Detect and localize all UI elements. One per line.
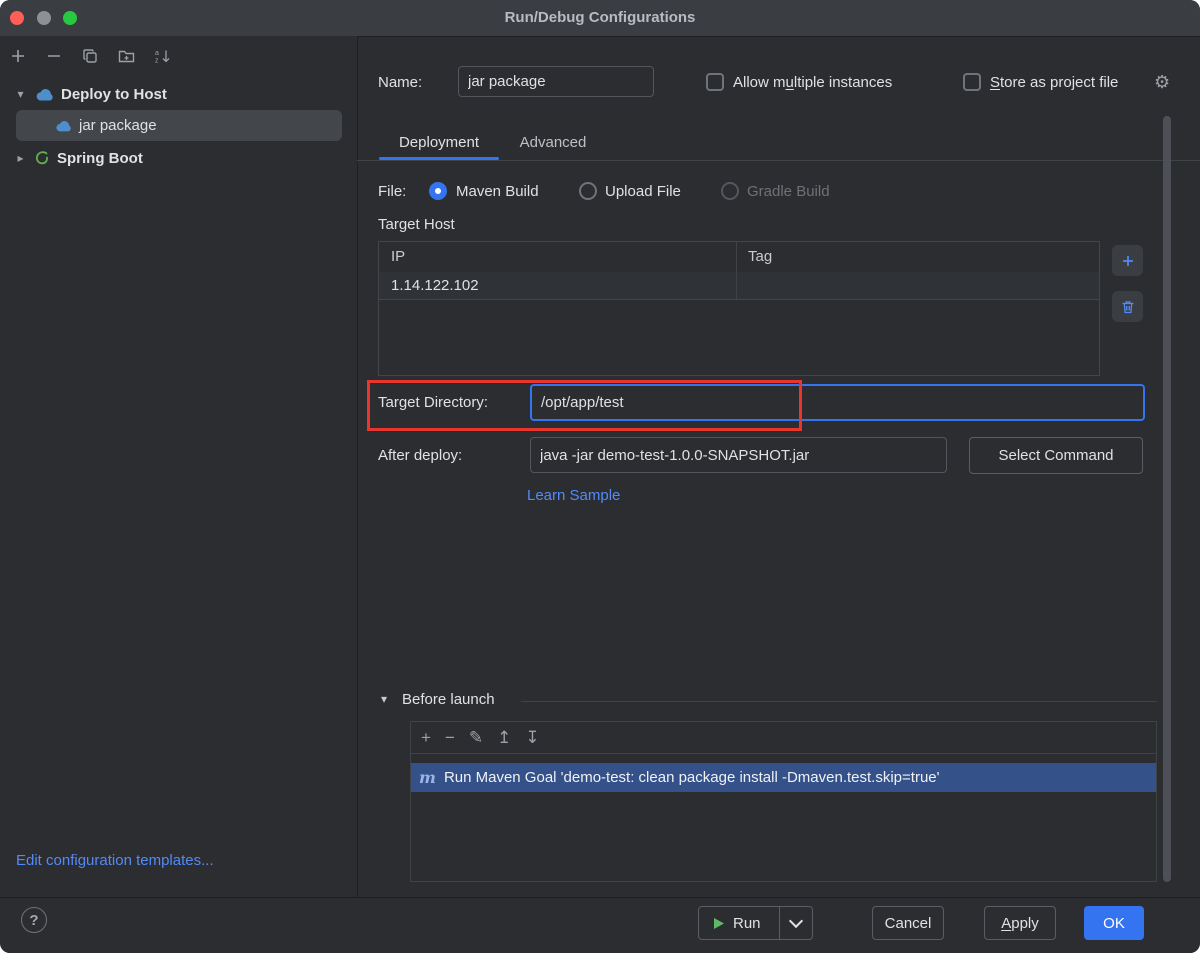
run-split-button: Run — [698, 906, 813, 940]
run-debug-configurations-dialog: Run/Debug Configurations az ▾ Deploy — [0, 0, 1200, 953]
before-launch-separator — [521, 701, 1157, 702]
spring-boot-icon — [34, 150, 50, 166]
table-row[interactable]: 1.14.122.102 — [379, 272, 1099, 300]
cloud-icon — [54, 119, 72, 132]
upload-file-radio[interactable] — [579, 182, 597, 200]
task-label: Run Maven Goal 'demo-test: clean package… — [444, 769, 940, 786]
tab-deployment[interactable]: Deployment — [379, 128, 499, 158]
target-directory-label: Target Directory: — [378, 394, 488, 411]
sidebar-toolbar: az — [6, 44, 174, 68]
footer: ? Run Cancel Apply OK — [0, 897, 1200, 953]
before-launch-title: Before launch — [402, 691, 495, 708]
gear-icon[interactable]: ⚙ — [1154, 73, 1170, 91]
learn-sample-link[interactable]: Learn Sample — [527, 487, 620, 504]
delete-host-button[interactable] — [1112, 291, 1143, 322]
target-host-title: Target Host — [378, 216, 455, 233]
svg-text:z: z — [155, 58, 159, 65]
add-task-icon[interactable]: + — [421, 729, 431, 746]
move-task-down-icon[interactable]: ↧ — [525, 729, 539, 746]
sidebar: az ▾ Deploy to Host jar package ▸ Spring… — [0, 36, 358, 897]
allow-multiple-instances-label: Allow multiple instances — [733, 74, 892, 91]
gradle-build-radio — [721, 182, 739, 200]
run-options-dropdown[interactable] — [779, 907, 812, 939]
run-button[interactable]: Run — [699, 907, 779, 939]
store-as-project-file-checkbox[interactable] — [963, 73, 981, 91]
move-task-up-icon[interactable]: ↥ — [497, 729, 511, 746]
after-deploy-label: After deploy: — [378, 447, 462, 464]
tree-group-label: Spring Boot — [57, 150, 143, 167]
new-folder-icon[interactable] — [114, 44, 138, 68]
name-label: Name: — [378, 74, 422, 91]
maven-build-radio[interactable] — [429, 182, 447, 200]
tree-group-spring-boot[interactable]: ▸ Spring Boot — [14, 144, 143, 172]
cancel-button[interactable]: Cancel — [872, 906, 944, 940]
plus-icon — [1120, 253, 1136, 269]
tabs-separator — [357, 160, 1200, 161]
column-header-tag: Tag — [748, 242, 772, 272]
name-input[interactable] — [458, 66, 654, 97]
tab-advanced[interactable]: Advanced — [499, 128, 607, 158]
titlebar: Run/Debug Configurations — [0, 0, 1200, 37]
gradle-build-label: Gradle Build — [747, 183, 830, 200]
select-command-button[interactable]: Select Command — [969, 437, 1143, 474]
chevron-right-icon[interactable]: ▸ — [14, 151, 27, 165]
store-as-project-file-label: Store as project file — [990, 74, 1118, 91]
svg-text:a: a — [155, 50, 159, 57]
tree-group-deploy-to-host[interactable]: ▾ Deploy to Host — [14, 80, 167, 108]
trash-icon — [1120, 299, 1136, 315]
apply-button[interactable]: Apply — [984, 906, 1056, 940]
remove-task-icon[interactable]: − — [445, 729, 455, 746]
remove-configuration-icon[interactable] — [42, 44, 66, 68]
run-button-label: Run — [733, 915, 761, 932]
ok-button[interactable]: OK — [1084, 906, 1144, 940]
before-launch-toolbar: + − ✎ ↥ ↧ — [411, 722, 1156, 754]
add-configuration-icon[interactable] — [6, 44, 30, 68]
scrollbar-thumb[interactable] — [1163, 116, 1171, 882]
file-label: File: — [378, 183, 406, 200]
table-column-divider — [736, 242, 737, 299]
chevron-down-icon — [788, 914, 802, 928]
maven-icon: m — [419, 768, 436, 787]
chevron-down-icon[interactable]: ▾ — [14, 87, 27, 101]
cell-ip: 1.14.122.102 — [391, 272, 479, 299]
copy-configuration-icon[interactable] — [78, 44, 102, 68]
play-icon — [713, 917, 725, 930]
help-button[interactable]: ? — [21, 907, 47, 933]
add-host-button[interactable] — [1112, 245, 1143, 276]
table-header-row: IP Tag — [379, 242, 1099, 273]
target-directory-input[interactable] — [530, 384, 1145, 421]
upload-file-label[interactable]: Upload File — [605, 183, 681, 200]
tree-item-label: jar package — [79, 117, 157, 134]
tree-item-jar-package[interactable]: jar package — [16, 110, 342, 141]
maven-build-label[interactable]: Maven Build — [456, 183, 539, 200]
before-launch-task-item[interactable]: m Run Maven Goal 'demo-test: clean packa… — [411, 763, 1156, 792]
window-title: Run/Debug Configurations — [0, 0, 1200, 36]
before-launch-panel: + − ✎ ↥ ↧ m Run Maven Goal 'demo-test: c… — [410, 721, 1157, 882]
sort-configurations-icon[interactable]: az — [150, 44, 174, 68]
edit-task-icon[interactable]: ✎ — [469, 729, 483, 746]
after-deploy-input[interactable] — [530, 437, 947, 473]
column-header-ip: IP — [391, 242, 405, 272]
collapse-chevron-icon[interactable]: ▾ — [381, 692, 387, 706]
target-host-table: IP Tag 1.14.122.102 — [378, 241, 1100, 376]
allow-multiple-instances-checkbox[interactable] — [706, 73, 724, 91]
cloud-icon — [34, 87, 54, 101]
edit-configuration-templates-link[interactable]: Edit configuration templates... — [16, 852, 214, 869]
tree-group-label: Deploy to Host — [61, 86, 167, 103]
